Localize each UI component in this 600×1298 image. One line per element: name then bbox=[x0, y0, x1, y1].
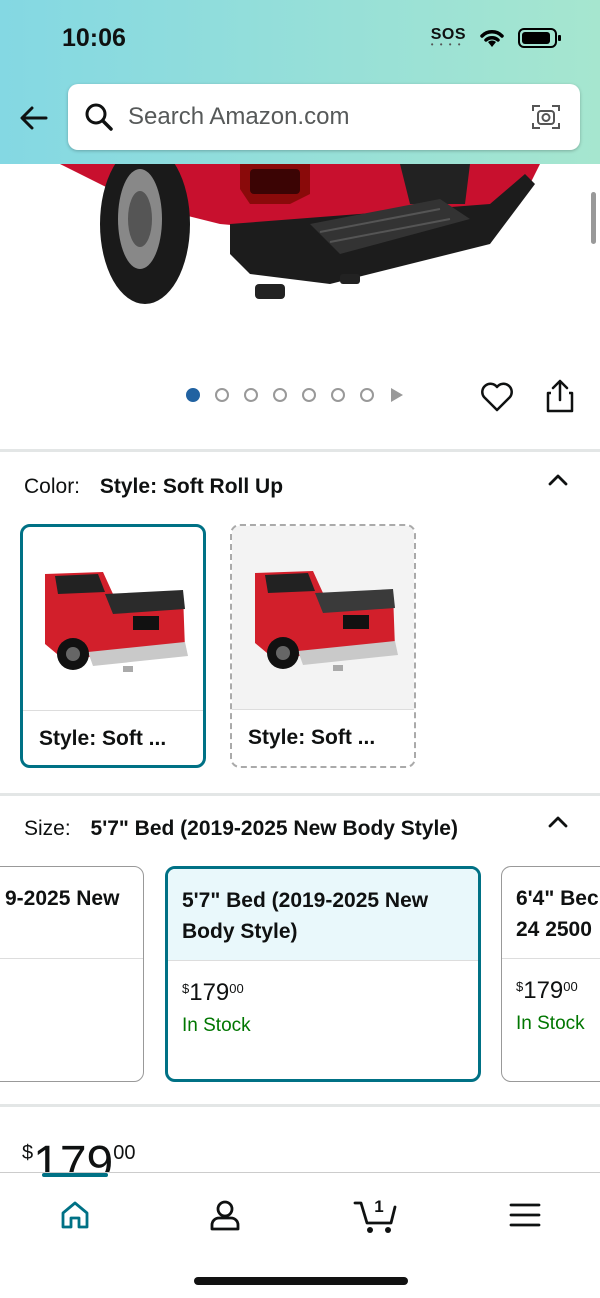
status-time: 10:06 bbox=[62, 24, 126, 52]
carousel-dot[interactable] bbox=[331, 388, 345, 402]
chevron-up-icon[interactable] bbox=[546, 810, 570, 834]
color-option-caption: Style: Soft ... bbox=[248, 726, 376, 749]
size-option-price: $17900 bbox=[516, 977, 578, 1004]
color-option-image bbox=[232, 526, 414, 710]
size-option[interactable]: 6'4" Bec 24 2500 $17900 In Stock bbox=[501, 866, 600, 1082]
carousel-dot[interactable] bbox=[215, 388, 229, 402]
search-placeholder: Search Amazon.com bbox=[128, 103, 350, 130]
stock-status: In Stock bbox=[182, 1015, 251, 1036]
search-icon bbox=[85, 103, 113, 131]
selected-size: 5'7" Bed (2019-2025 New Body Style) bbox=[90, 817, 458, 840]
video-play-icon[interactable] bbox=[391, 388, 403, 402]
bottom-navigation: 1 bbox=[0, 1172, 600, 1298]
size-option-title: 9-2025 New bbox=[0, 867, 143, 959]
cart-icon: 1 bbox=[353, 1197, 397, 1233]
selected-color: Style: Soft Roll Up bbox=[99, 475, 284, 498]
nav-home[interactable] bbox=[45, 1193, 105, 1237]
person-icon bbox=[210, 1200, 240, 1231]
battery-icon bbox=[518, 27, 561, 48]
nav-account[interactable] bbox=[195, 1193, 255, 1237]
search-input[interactable]: Search Amazon.com bbox=[68, 84, 580, 150]
share-icon[interactable] bbox=[543, 378, 577, 414]
carousel-dot[interactable] bbox=[360, 388, 374, 402]
wifi-icon bbox=[480, 29, 504, 47]
hamburger-menu-icon bbox=[509, 1203, 541, 1227]
color-option[interactable]: Style: Soft ... bbox=[20, 524, 206, 768]
size-option[interactable]: 5'7" Bed (2019-2025 New Body Style) $179… bbox=[165, 866, 481, 1082]
heart-icon[interactable] bbox=[480, 380, 514, 414]
divider bbox=[0, 793, 600, 796]
color-option-image bbox=[23, 527, 203, 711]
size-label-row: Size: 5'7" Bed (2019-2025 New Body Style… bbox=[24, 817, 458, 840]
color-option[interactable]: Style: Soft ... bbox=[230, 524, 416, 768]
carousel-dot[interactable] bbox=[186, 388, 200, 402]
scroll-indicator bbox=[591, 192, 596, 244]
nav-cart[interactable]: 1 bbox=[346, 1193, 406, 1237]
chevron-up-icon[interactable] bbox=[546, 468, 570, 492]
home-indicator bbox=[194, 1277, 408, 1285]
cart-count: 1 bbox=[374, 1197, 383, 1216]
sos-indicator: SOS • • • • bbox=[430, 26, 466, 49]
divider bbox=[0, 1104, 600, 1107]
active-tab-indicator bbox=[42, 1173, 108, 1177]
divider bbox=[0, 449, 600, 452]
product-image[interactable] bbox=[0, 164, 600, 364]
size-option-title: 5'7" Bed (2019-2025 New Body Style) bbox=[168, 869, 478, 961]
carousel-dot[interactable] bbox=[244, 388, 258, 402]
color-label-row: Color: Style: Soft Roll Up bbox=[24, 475, 284, 498]
carousel-dot[interactable] bbox=[273, 388, 287, 402]
nav-menu[interactable] bbox=[495, 1193, 555, 1237]
color-option-caption: Style: Soft ... bbox=[39, 727, 167, 750]
home-icon bbox=[61, 1201, 89, 1229]
camera-search-icon[interactable] bbox=[530, 101, 562, 133]
stock-status: In Stock bbox=[516, 1013, 585, 1034]
header: 10:06 SOS • • • • Search Amazon.com bbox=[0, 0, 600, 164]
back-arrow-icon[interactable] bbox=[16, 100, 52, 136]
image-carousel-dots[interactable] bbox=[186, 388, 403, 402]
size-option[interactable]: 9-2025 New bbox=[0, 866, 144, 1082]
carousel-dot[interactable] bbox=[302, 388, 316, 402]
size-option-price: $17900 bbox=[182, 979, 244, 1006]
truck-rear-image bbox=[60, 164, 540, 304]
size-option-title: 6'4" Bec 24 2500 bbox=[502, 867, 600, 959]
status-icons: SOS • • • • bbox=[431, 26, 562, 49]
